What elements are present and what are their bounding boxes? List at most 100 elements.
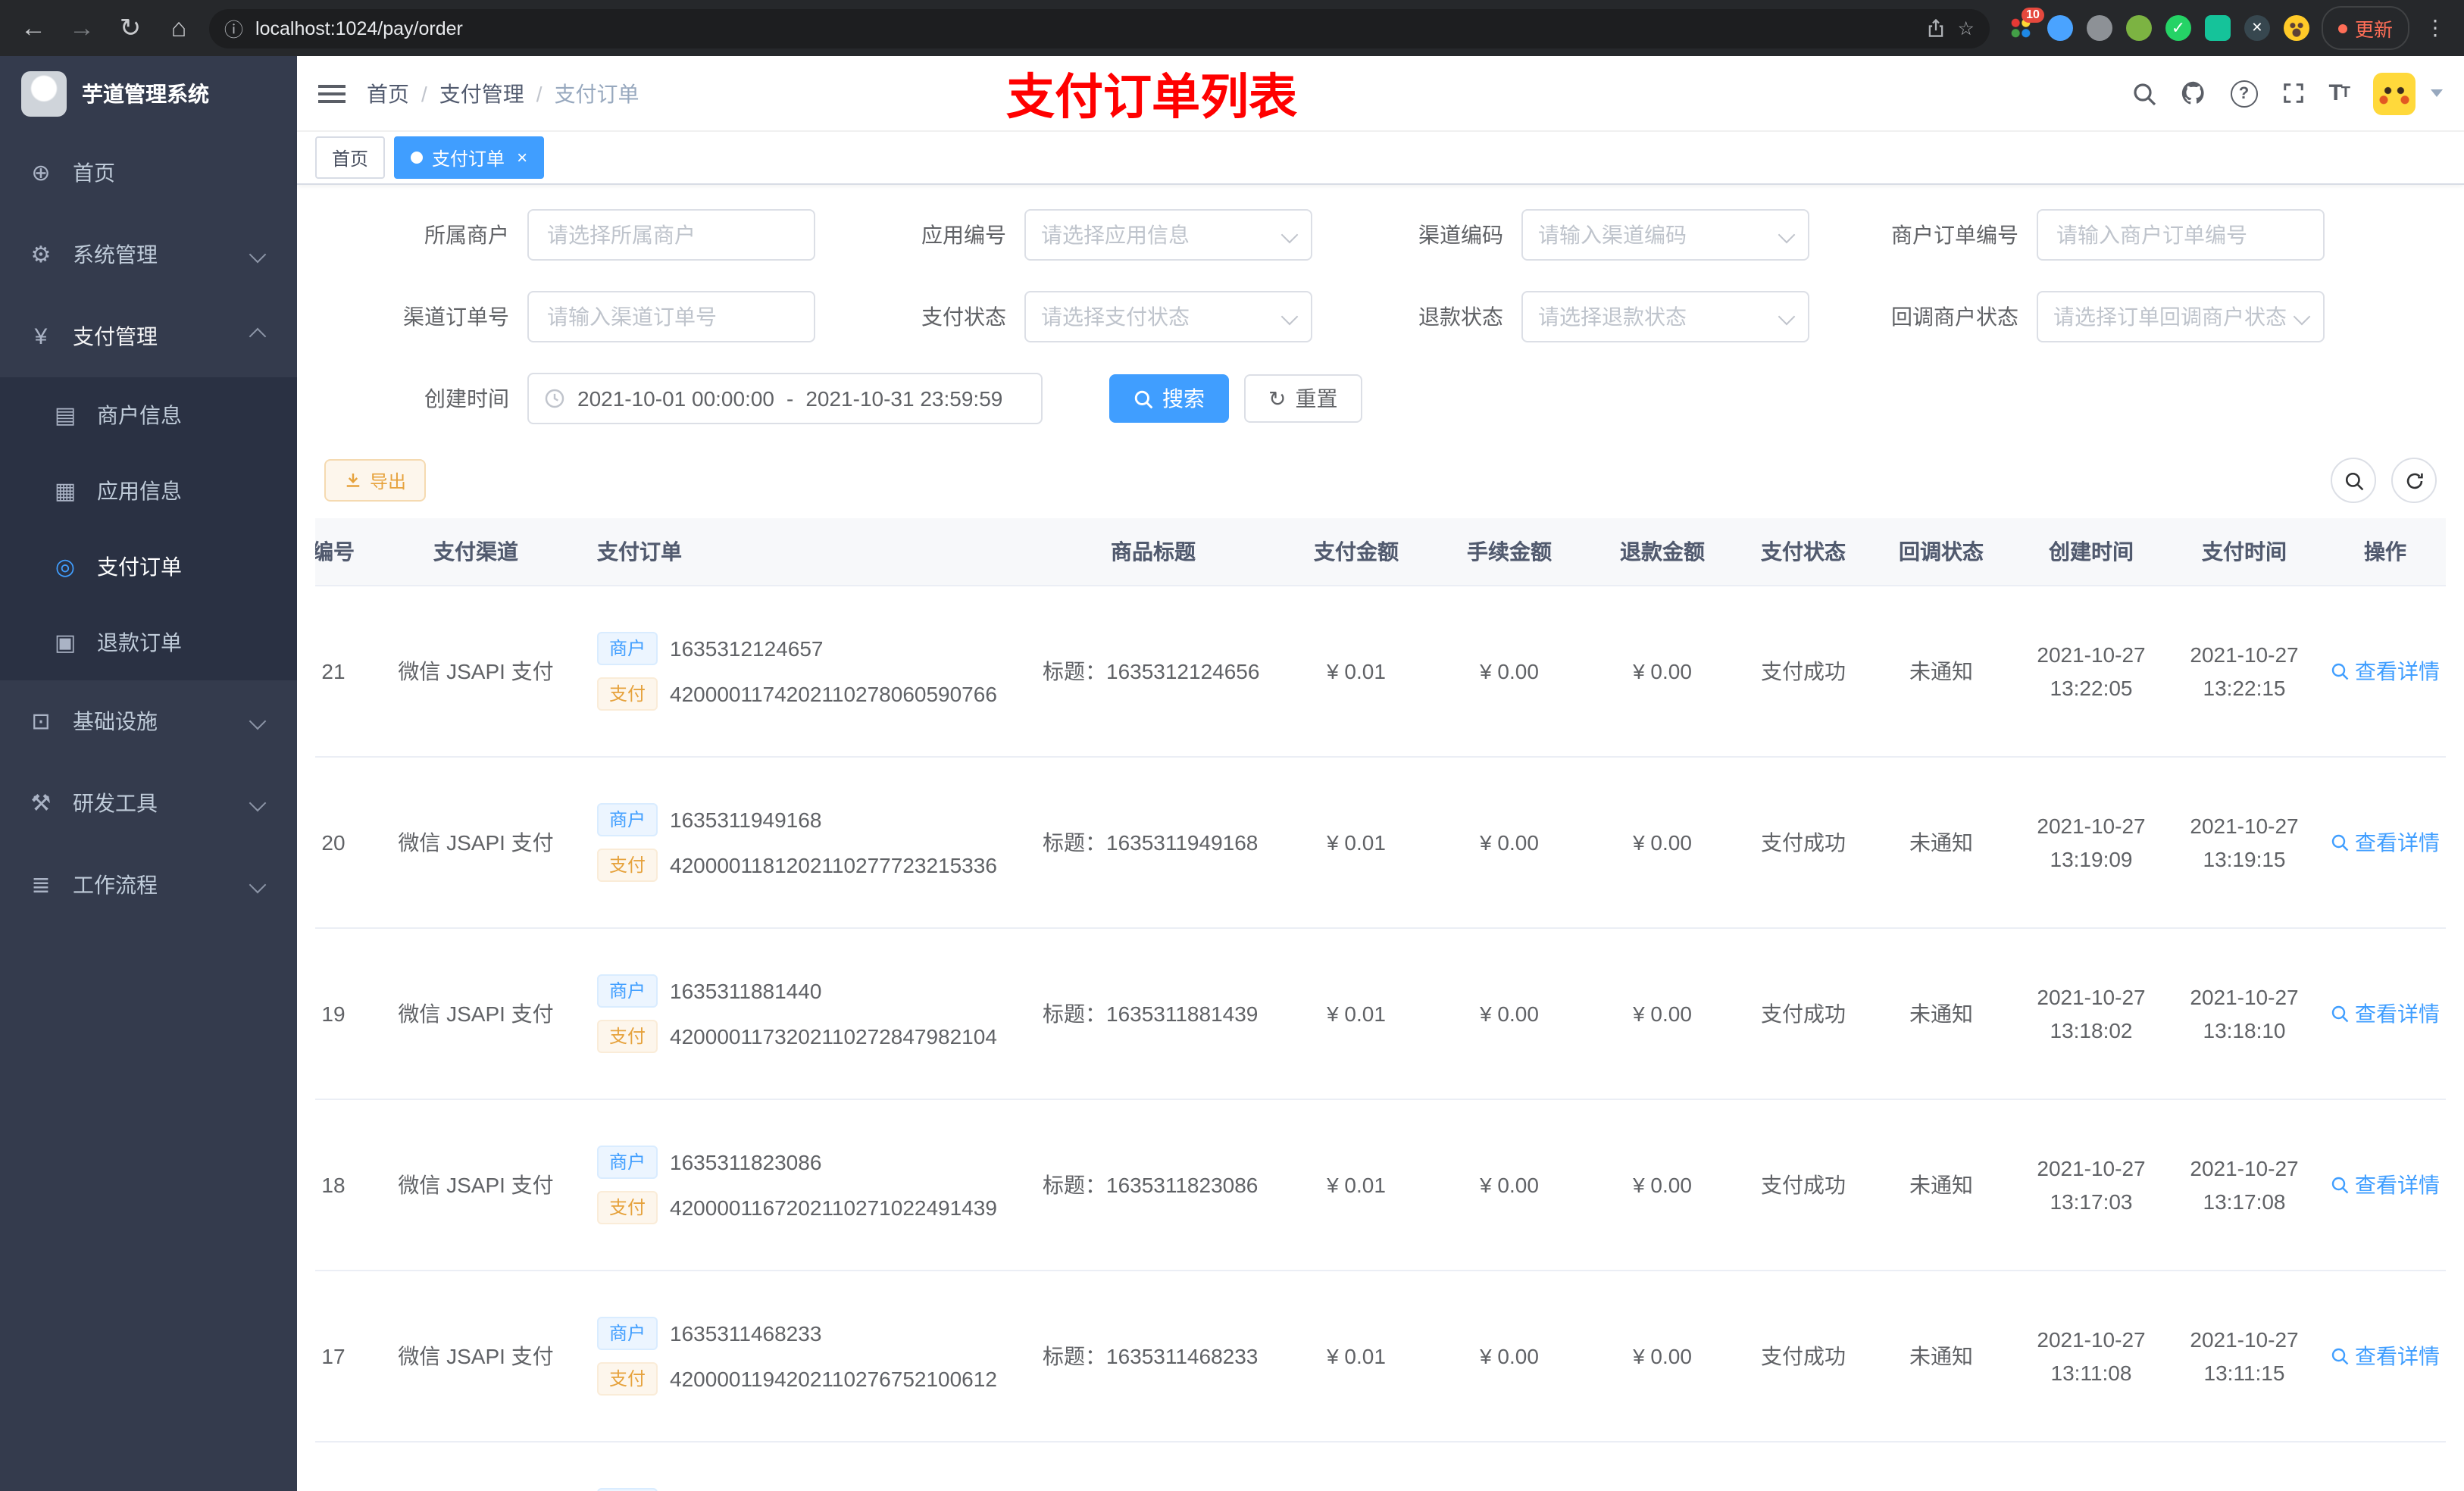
pay-order-no: 4200001194202110276752100612 [670, 1367, 997, 1391]
sidebar-item-infra[interactable]: ⊡ 基础设施 [0, 680, 297, 762]
extension-check-icon[interactable]: ✓ [2165, 15, 2191, 41]
forward-icon[interactable]: → [64, 10, 100, 46]
cell-amount: ¥ 0.01 [1282, 1271, 1431, 1443]
toggle-search-icon[interactable] [2331, 458, 2376, 503]
merchant-tag: 商户 [597, 1488, 658, 1491]
refund-status-select[interactable]: 请选择退款状态 [1521, 291, 1809, 342]
chevron-up-icon [249, 327, 267, 345]
site-info-icon[interactable]: ⓘ [224, 14, 243, 42]
reset-button[interactable]: ↻ 重置 [1244, 374, 1362, 423]
sidebar-item-system[interactable]: ⚙ 系统管理 [0, 214, 297, 295]
extension-dark-icon[interactable]: ✕ [2244, 15, 2270, 41]
avatar-caret-icon[interactable] [2431, 89, 2443, 97]
screen: ← → ↻ ⌂ ⓘ localhost:1024/pay/order ☆ 10 … [0, 0, 2464, 1491]
view-detail-link[interactable]: 查看详情 [2331, 656, 2440, 686]
cell-status [1737, 1442, 1870, 1491]
cell-channel: 微信 JSAPI 支付 [376, 928, 576, 1100]
tab-pay-order[interactable]: 支付订单 × [394, 136, 545, 179]
breadcrumb-home[interactable]: 首页 [367, 78, 409, 108]
view-detail-link[interactable]: 查看详情 [2331, 1341, 2440, 1371]
create-time-range[interactable]: 2021-10-01 00:00:00 - 2021-10-31 23:59:5… [527, 373, 1043, 424]
merchant-order-no: 1635312124657 [670, 636, 824, 661]
app-select[interactable]: 请选择应用信息 [1024, 209, 1312, 261]
browser-update-button[interactable]: 更新 [2321, 6, 2409, 50]
reload-icon[interactable]: ↻ [112, 10, 149, 46]
extension-drop-icon[interactable] [2047, 15, 2073, 41]
cell-status: 支付成功 [1737, 1099, 1870, 1271]
tab-home[interactable]: 首页 [315, 136, 386, 179]
close-tab-icon[interactable]: × [517, 147, 527, 168]
search-button[interactable]: 搜索 [1109, 374, 1229, 423]
table-row: 17 微信 JSAPI 支付 商户 1635311468233 支付 42000… [315, 1271, 2446, 1443]
dashboard-icon: ⊕ [31, 161, 51, 186]
logo[interactable]: 芋道管理系统 [0, 56, 297, 132]
refresh-table-icon[interactable] [2391, 458, 2437, 503]
channel-code-label: 渠道编码 [1418, 223, 1503, 247]
cell-channel: 微信 JSAPI 支付 [376, 586, 576, 758]
cell-title: 标题：1635311823086 [1024, 1099, 1282, 1271]
fullscreen-icon[interactable] [2281, 82, 2304, 105]
sidebar-item-app-info[interactable]: ▦ 应用信息 [0, 453, 297, 529]
view-detail-link[interactable]: 查看详情 [2331, 1170, 2440, 1200]
extension-dots-icon[interactable]: 10 [2007, 8, 2044, 41]
cell-create-time [2012, 1442, 2170, 1491]
chevron-down-icon [1778, 226, 1796, 244]
merchant-order-no-input[interactable] [2037, 209, 2325, 261]
pay-tag: 支付 [597, 1191, 658, 1224]
back-icon[interactable]: ← [15, 10, 52, 46]
avatar[interactable] [2373, 72, 2416, 114]
bookmark-star-icon[interactable]: ☆ [1958, 17, 1975, 39]
chevron-down-icon [249, 712, 267, 730]
tools-icon: ⚒ [30, 791, 52, 817]
extension-green-icon[interactable] [2125, 15, 2152, 41]
help-icon[interactable]: ? [2230, 80, 2258, 107]
browser-menu-icon[interactable]: ⋮ [2422, 15, 2449, 41]
merchant-tag: 商户 [597, 1146, 658, 1179]
channel-code-select[interactable]: 请输入渠道编码 [1521, 209, 1809, 261]
pay-tag: 支付 [597, 677, 658, 711]
pay-tag: 支付 [597, 1362, 658, 1396]
merchant-order-no-field[interactable] [2053, 221, 2308, 248]
url-bar[interactable]: ⓘ localhost:1024/pay/order ☆ [209, 8, 1990, 48]
search-icon[interactable] [2131, 81, 2156, 105]
sidebar-item-workflow[interactable]: ≣ 工作流程 [0, 844, 297, 926]
font-size-icon[interactable]: TT [2328, 80, 2350, 106]
extension-square-icon[interactable] [2204, 15, 2231, 41]
cell-status: 支付成功 [1737, 1271, 1870, 1443]
sidebar-item-merchant-info[interactable]: ▤ 商户信息 [0, 377, 297, 453]
cell-notify: 未通知 [1870, 586, 2012, 758]
sidebar-item-home[interactable]: ⊕ 首页 [0, 132, 297, 214]
cell-refund: ¥ 0.00 [1588, 757, 1737, 929]
sidebar-item-payment[interactable]: ¥ 支付管理 [0, 295, 297, 377]
channel-order-no-input[interactable] [527, 291, 815, 342]
cell-title: 标题：1635312124656 [1024, 586, 1282, 758]
sidebar-item-dev-tools[interactable]: ⚒ 研发工具 [0, 762, 297, 844]
hamburger-icon[interactable] [318, 83, 346, 104]
create-time-label: 创建时间 [424, 386, 509, 411]
col-fee: 手续金额 [1431, 518, 1588, 586]
merchant-input[interactable] [527, 209, 815, 261]
cell-id: 16 [315, 1442, 376, 1491]
breadcrumb-payment[interactable]: 支付管理 [439, 78, 524, 108]
navbar: 首页 / 支付管理 / 支付订单 支付订单列表 ? T T [297, 56, 2464, 132]
view-detail-link[interactable]: 查看详情 [2331, 999, 2440, 1029]
cell-refund [1588, 1442, 1737, 1491]
export-button[interactable]: 导出 [324, 459, 427, 502]
sidebar-item-pay-order[interactable]: ◎ 支付订单 [0, 529, 297, 605]
merchant-order-no: 1635311468233 [670, 1321, 822, 1346]
pay-tag: 支付 [597, 849, 658, 882]
channel-order-no-field[interactable] [544, 303, 799, 330]
extension-gray-icon[interactable] [2086, 15, 2112, 41]
callback-status-select[interactable]: 请选择订单回调商户状态 [2037, 291, 2325, 342]
home-icon[interactable]: ⌂ [161, 10, 197, 46]
view-detail-link[interactable]: 查看详情 [2331, 827, 2440, 858]
pay-status-select[interactable]: 请选择支付状态 [1024, 291, 1312, 342]
cell-channel: 微信 JSAPI 支付 [376, 1271, 576, 1443]
share-icon[interactable] [1926, 18, 1946, 38]
extension-face-icon[interactable] [2283, 15, 2309, 41]
cell-amount: ¥ 0.01 [1282, 1099, 1431, 1271]
cell-title: 标题：1635311881439 [1024, 928, 1282, 1100]
sidebar-item-refund-order[interactable]: ▣ 退款订单 [0, 605, 297, 680]
merchant-input-field[interactable] [544, 221, 799, 248]
github-icon[interactable] [2180, 80, 2206, 106]
